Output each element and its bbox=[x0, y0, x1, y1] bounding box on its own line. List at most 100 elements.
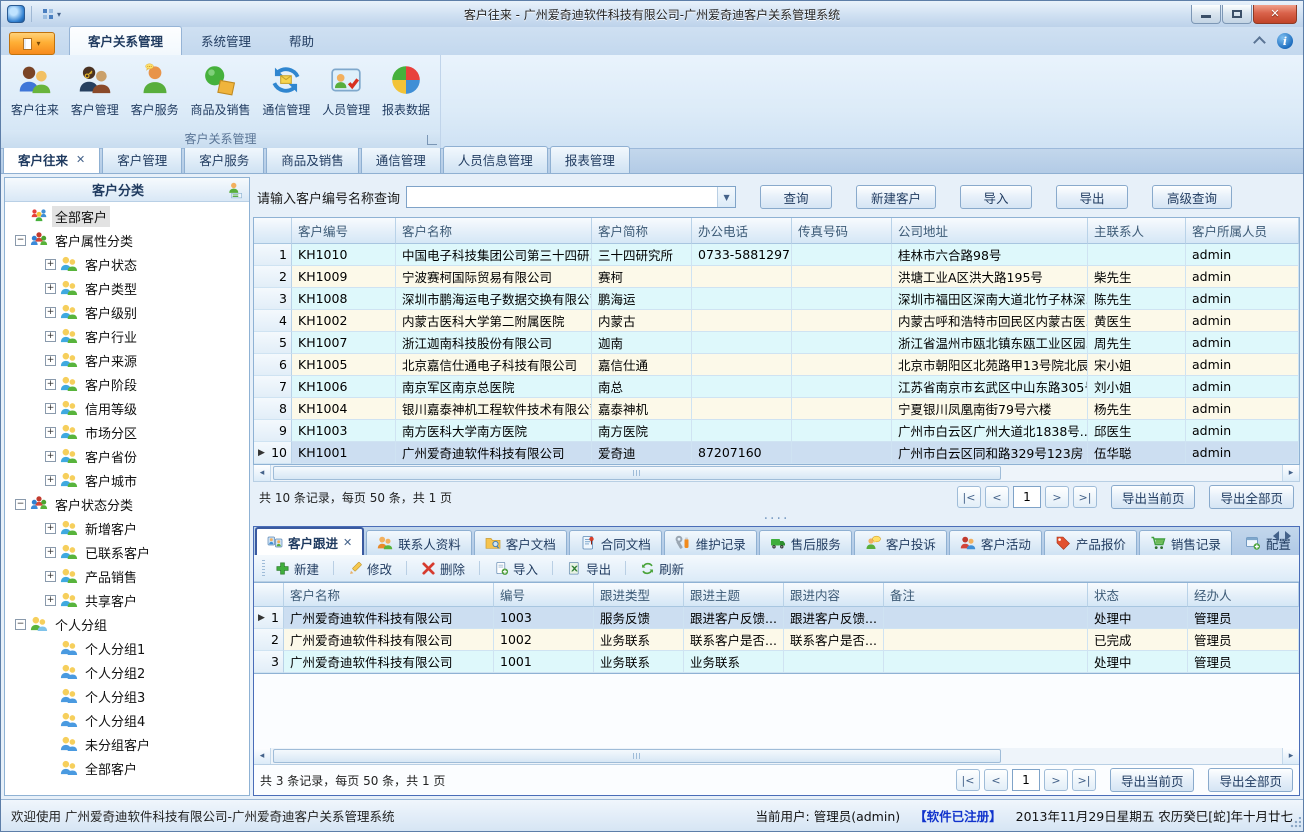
row-selector-cell[interactable]: ▶6 bbox=[254, 354, 292, 376]
grid-column-header[interactable]: 状态 bbox=[1088, 583, 1188, 607]
toolbar-button[interactable]: 导出 bbox=[565, 557, 638, 580]
cell-main-contact[interactable] bbox=[1088, 244, 1186, 266]
row-selector-cell[interactable]: ▶3 bbox=[254, 651, 284, 673]
cell-customer-code[interactable]: KH1008 bbox=[292, 288, 396, 310]
ribbon-button-personnel[interactable]: 人员管理 bbox=[316, 59, 376, 127]
export-all-pages-button[interactable]: 导出全部页 bbox=[1208, 768, 1293, 792]
cell-office-phone[interactable] bbox=[692, 266, 792, 288]
scroll-right-icon[interactable]: ▸ bbox=[1282, 748, 1299, 764]
cell-followup-content[interactable]: 跟进客户反馈... bbox=[784, 607, 884, 629]
detail-tab[interactable]: 合同文档 ✕ bbox=[569, 530, 662, 555]
cell-main-contact[interactable]: 伍华聪 bbox=[1088, 442, 1186, 464]
grid-column-header[interactable]: 跟进类型 bbox=[594, 583, 684, 607]
first-page-button[interactable]: |< bbox=[956, 769, 980, 791]
cell-fax[interactable] bbox=[792, 310, 892, 332]
tree-expander-icon[interactable] bbox=[45, 475, 56, 486]
cell-address[interactable]: 洪塘工业A区洪大路195号 bbox=[892, 266, 1088, 288]
ribbon-tab-system[interactable]: 系统管理 bbox=[182, 26, 270, 55]
tree-item[interactable]: 客户省份 bbox=[5, 444, 249, 468]
cell-owner[interactable]: admin bbox=[1186, 398, 1299, 420]
cell-customer-code[interactable]: KH1006 bbox=[292, 376, 396, 398]
next-page-button[interactable]: > bbox=[1044, 769, 1068, 791]
row-selector-cell[interactable]: ▶8 bbox=[254, 398, 292, 420]
cell-address[interactable]: 浙江省温州市瓯北镇东瓯工业区园... bbox=[892, 332, 1088, 354]
scroll-right-icon[interactable]: ▸ bbox=[1282, 465, 1299, 481]
tree-expander-icon[interactable] bbox=[45, 547, 56, 558]
horizontal-scrollbar[interactable]: ◂ ▸ bbox=[253, 465, 1300, 482]
cell-address[interactable]: 深圳市福田区深南大道北竹子林深... bbox=[892, 288, 1088, 310]
cell-customer-abbr[interactable]: 赛柯 bbox=[592, 266, 692, 288]
cell-fax[interactable] bbox=[792, 266, 892, 288]
cell-customer-code[interactable]: KH1004 bbox=[292, 398, 396, 420]
cell-customer-code[interactable]: KH1002 bbox=[292, 310, 396, 332]
detail-tab[interactable]: 联系人资料 ✕ bbox=[366, 530, 472, 555]
cell-followup-subject[interactable]: 联系客户是否... bbox=[684, 629, 784, 651]
document-tab[interactable]: 客户往来 ✕ bbox=[3, 146, 100, 173]
tree-item[interactable]: 全部客户 bbox=[5, 756, 249, 780]
cell-address[interactable]: 江苏省南京市玄武区中山东路305号 bbox=[892, 376, 1088, 398]
cell-office-phone[interactable] bbox=[692, 288, 792, 310]
cell-office-phone[interactable]: 87207160 bbox=[692, 442, 792, 464]
tree-item[interactable]: 客户状态分类 bbox=[5, 492, 249, 516]
grid-column-header[interactable]: 编号 bbox=[494, 583, 594, 607]
toolbar-button[interactable]: 删除 bbox=[419, 557, 492, 580]
detail-tab[interactable]: 销售记录 ✕ bbox=[1139, 530, 1232, 555]
detail-tab[interactable]: 客户投诉 ✕ bbox=[854, 530, 947, 555]
cell-customer-name[interactable]: 北京嘉信仕通电子科技有限公司 bbox=[396, 354, 592, 376]
ribbon-tab-help[interactable]: 帮助 bbox=[270, 26, 333, 55]
cell-address[interactable]: 广州市白云区同和路329号123房 bbox=[892, 442, 1088, 464]
cell-fax[interactable] bbox=[792, 376, 892, 398]
table-row[interactable]: ▶9 KH1003 南方医科大学南方医院 南方医院 广州市白云区广州大道北183… bbox=[254, 420, 1299, 442]
scroll-left-icon[interactable]: ◂ bbox=[254, 748, 271, 764]
scrollbar-track[interactable] bbox=[271, 465, 1282, 481]
tree-item[interactable]: 客户城市 bbox=[5, 468, 249, 492]
cell-main-contact[interactable]: 周先生 bbox=[1088, 332, 1186, 354]
cell-handler[interactable]: 管理员 bbox=[1188, 651, 1299, 673]
detail-tab[interactable]: 产品报价 ✕ bbox=[1044, 530, 1137, 555]
tree-item[interactable]: 个人分组3 bbox=[5, 684, 249, 708]
export-current-page-button[interactable]: 导出当前页 bbox=[1111, 485, 1196, 509]
tree-item[interactable]: 个人分组 bbox=[5, 612, 249, 636]
tree-expander-icon[interactable] bbox=[45, 523, 56, 534]
tree-item[interactable]: 个人分组4 bbox=[5, 708, 249, 732]
horizontal-scrollbar[interactable]: ◂ ▸ bbox=[254, 748, 1299, 765]
cell-fax[interactable] bbox=[792, 442, 892, 464]
resize-grip-icon[interactable] bbox=[1289, 817, 1301, 829]
cell-customer-abbr[interactable]: 南总 bbox=[592, 376, 692, 398]
cell-address[interactable]: 广州市白云区广州大道北1838号... bbox=[892, 420, 1088, 442]
first-page-button[interactable]: |< bbox=[957, 486, 981, 508]
cell-customer-abbr[interactable]: 三十四研究所 bbox=[592, 244, 692, 266]
tree-expander-icon[interactable] bbox=[45, 595, 56, 606]
cell-status[interactable]: 处理中 bbox=[1088, 651, 1188, 673]
minimize-button[interactable] bbox=[1191, 5, 1221, 24]
info-icon[interactable]: i bbox=[1277, 33, 1293, 49]
cell-fax[interactable] bbox=[792, 354, 892, 376]
table-row[interactable]: ▶3 广州爱奇迪软件科技有限公司 1001 业务联系 业务联系 处理中 管理员 bbox=[254, 651, 1299, 673]
cell-status[interactable]: 已完成 bbox=[1088, 629, 1188, 651]
ribbon-button-customer-service[interactable]: 客户服务 bbox=[125, 59, 185, 127]
cell-customer-abbr[interactable]: 嘉信仕通 bbox=[592, 354, 692, 376]
grid-column-header[interactable]: 跟进内容 bbox=[784, 583, 884, 607]
row-selector-cell[interactable]: ▶3 bbox=[254, 288, 292, 310]
tree-expander-icon[interactable] bbox=[45, 331, 56, 342]
cell-customer-name[interactable]: 银川嘉泰神机工程软件技术有限公司 bbox=[396, 398, 592, 420]
new-customer-button[interactable]: 新建客户 bbox=[856, 185, 936, 209]
tree-expander-icon[interactable] bbox=[45, 427, 56, 438]
tab-scroll-right-icon[interactable] bbox=[1285, 531, 1291, 541]
cell-owner[interactable]: admin bbox=[1186, 310, 1299, 332]
cell-office-phone[interactable] bbox=[692, 354, 792, 376]
row-selector-cell[interactable]: ▶10 bbox=[254, 442, 292, 464]
grid-column-header[interactable]: 办公电话 bbox=[692, 218, 792, 244]
tree-item[interactable]: 全部客户 bbox=[5, 204, 249, 228]
scrollbar-thumb[interactable] bbox=[273, 749, 1001, 763]
customer-search-input[interactable] bbox=[407, 187, 717, 207]
cell-followup-type[interactable]: 业务联系 bbox=[594, 651, 684, 673]
page-number-input[interactable] bbox=[1013, 486, 1041, 508]
cell-followup-subject[interactable]: 业务联系 bbox=[684, 651, 784, 673]
grid-column-header[interactable]: 备注 bbox=[884, 583, 1088, 607]
detail-tab[interactable]: 客户活动 ✕ bbox=[949, 530, 1042, 555]
cell-main-contact[interactable]: 邱医生 bbox=[1088, 420, 1186, 442]
cell-customer-code[interactable]: KH1003 bbox=[292, 420, 396, 442]
grid-column-header[interactable]: 跟进主题 bbox=[684, 583, 784, 607]
dialog-launcher-icon[interactable] bbox=[427, 135, 437, 145]
